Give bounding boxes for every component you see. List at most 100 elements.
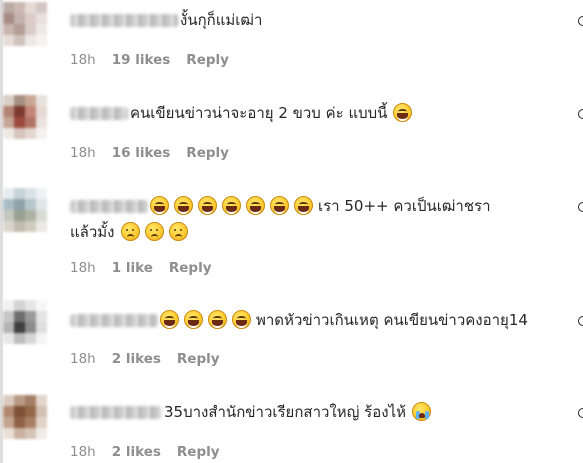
avatar-pixel	[25, 199, 36, 210]
avatar-pixel	[36, 406, 47, 417]
comment-meta: 18h 2 likes Reply	[70, 444, 236, 460]
reply-button[interactable]: Reply	[177, 444, 220, 460]
avatar-pixel	[25, 117, 36, 128]
likes-count-link[interactable]: 19 likes	[112, 52, 171, 68]
laughing-emoji-icon	[208, 310, 227, 329]
username-blurred[interactable]	[70, 107, 128, 120]
sad-emoji-icon	[120, 222, 140, 241]
comment-text: เรา 50++ ควเป็นเฒ่าชรา	[318, 197, 491, 215]
avatar-pixel	[25, 300, 36, 311]
like-heart-icon[interactable]	[578, 109, 583, 119]
avatar-pixel	[25, 13, 36, 24]
username-blurred[interactable]	[70, 14, 178, 27]
comment-meta: 18h 2 likes Reply	[70, 351, 236, 367]
reply-button[interactable]: Reply	[186, 52, 229, 68]
avatar[interactable]	[3, 300, 47, 344]
avatar-pixel	[25, 406, 36, 417]
avatar-pixel	[3, 300, 14, 311]
sad-emoji-icon	[168, 222, 188, 241]
avatar-pixel	[36, 117, 47, 128]
laughing-emoji-icon	[232, 310, 251, 329]
avatar-pixel	[3, 417, 14, 428]
avatar-pixel	[3, 13, 14, 24]
like-heart-icon[interactable]	[578, 202, 583, 212]
comment-text-line: งั้นกุก็แม่เฒ่า	[70, 8, 262, 32]
laughing-emoji-icon	[174, 196, 193, 215]
avatar-pixel	[14, 199, 25, 210]
avatar-pixel	[14, 106, 25, 117]
avatar-pixel	[25, 35, 36, 46]
reply-button[interactable]: Reply	[169, 260, 212, 276]
sad-emoji-icon	[144, 222, 164, 241]
laughing-emoji-icon	[393, 103, 413, 122]
like-heart-icon[interactable]	[578, 16, 583, 26]
avatar-pixel	[36, 2, 47, 13]
avatar-pixel	[14, 24, 25, 35]
avatar-pixel	[14, 210, 25, 221]
avatar-pixel	[36, 199, 47, 210]
avatar-pixel	[36, 428, 47, 439]
likes-count-link[interactable]: 16 likes	[112, 145, 171, 161]
avatar-pixel	[25, 95, 36, 106]
avatar-pixel	[14, 311, 25, 322]
laughing-emoji-icon	[160, 310, 179, 329]
avatar[interactable]	[3, 188, 47, 232]
laughing-emoji-icon	[270, 196, 289, 215]
comment-timestamp: 18h	[70, 444, 96, 460]
avatar-pixel	[25, 106, 36, 117]
avatar-pixel	[14, 428, 25, 439]
avatar-pixel	[25, 333, 36, 344]
avatar-pixel	[25, 188, 36, 199]
reply-button[interactable]: Reply	[186, 145, 229, 161]
likes-count-link[interactable]: 2 likes	[112, 444, 161, 460]
avatar-pixel	[3, 333, 14, 344]
like-heart-icon[interactable]	[578, 408, 583, 418]
comment-meta: 18h 19 likes Reply	[70, 52, 245, 68]
crying-emoji-icon	[412, 402, 432, 421]
comment-timestamp: 18h	[70, 145, 96, 161]
comment-timestamp: 18h	[70, 260, 96, 276]
avatar-pixel	[14, 322, 25, 333]
username-blurred[interactable]	[70, 200, 148, 213]
avatar-pixel	[25, 128, 36, 139]
reply-button[interactable]: Reply	[177, 351, 220, 367]
avatar-pixel	[14, 333, 25, 344]
comment-text: แล้วมั้ง	[70, 223, 115, 241]
avatar-pixel	[14, 417, 25, 428]
avatar-pixel	[14, 95, 25, 106]
avatar-pixel	[36, 188, 47, 199]
avatar-pixel	[3, 128, 14, 139]
laughing-emoji-icon	[198, 196, 217, 215]
avatar-pixel	[3, 221, 14, 232]
avatar-pixel	[36, 24, 47, 35]
avatar-pixel	[14, 406, 25, 417]
avatar-pixel	[25, 428, 36, 439]
avatar-pixel	[3, 95, 14, 106]
comment-text: 35บางสำนักข่าวเรียกสาวใหญ่ ร้องไห้	[164, 403, 407, 421]
comment-text: คนเขียนข่าวน่าจะอายุ 2 ขวบ ค่ะ แบบนี้	[130, 104, 388, 122]
avatar-pixel	[36, 417, 47, 428]
avatar-pixel	[14, 128, 25, 139]
avatar-pixel	[36, 333, 47, 344]
avatar-pixel	[3, 311, 14, 322]
username-blurred[interactable]	[70, 314, 158, 327]
likes-count-link[interactable]: 1 like	[112, 260, 153, 276]
avatar-pixel	[36, 221, 47, 232]
avatar-pixel	[3, 188, 14, 199]
avatar[interactable]	[3, 2, 47, 46]
avatar-pixel	[36, 300, 47, 311]
avatar-pixel	[25, 2, 36, 13]
like-heart-icon[interactable]	[578, 316, 583, 326]
likes-count-link[interactable]: 2 likes	[112, 351, 161, 367]
laughing-emoji-icon	[184, 310, 203, 329]
username-blurred[interactable]	[70, 406, 162, 419]
laughing-emoji-icon	[150, 196, 169, 215]
avatar-pixel	[14, 2, 25, 13]
comment-text-line: 35บางสำนักข่าวเรียกสาวใหญ่ ร้องไห้	[70, 400, 436, 424]
avatar-pixel	[25, 210, 36, 221]
avatar[interactable]	[3, 95, 47, 139]
comment-text-line: แล้วมั้ง	[70, 220, 193, 244]
avatar-pixel	[25, 24, 36, 35]
avatar-pixel	[14, 221, 25, 232]
avatar[interactable]	[3, 395, 47, 439]
